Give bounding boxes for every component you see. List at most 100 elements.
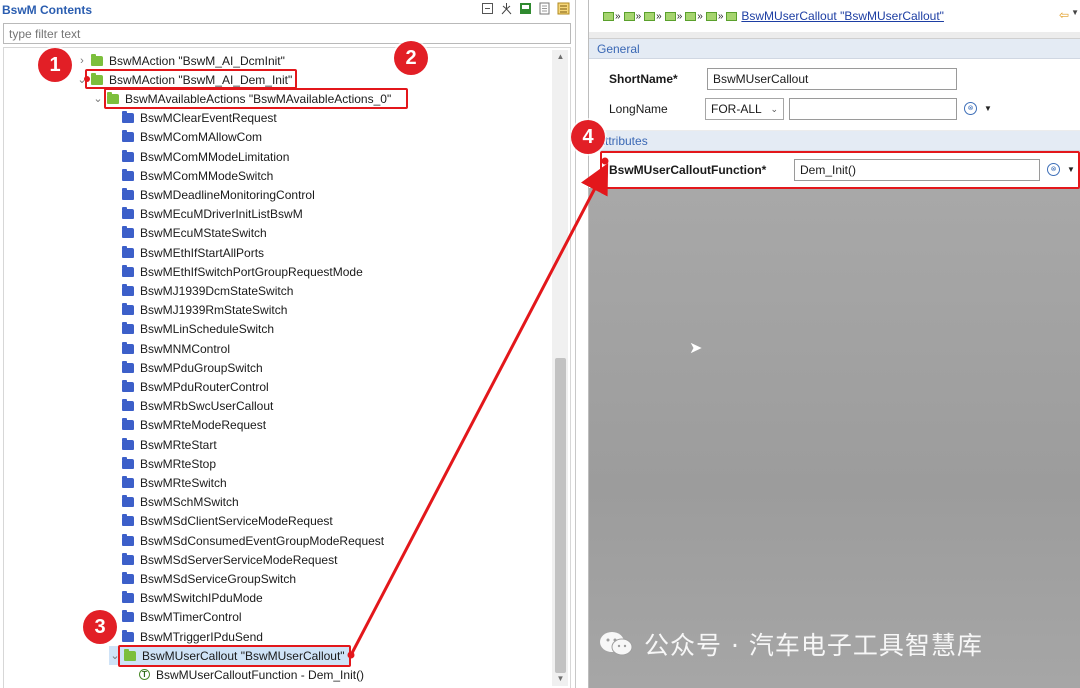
folder-icon: [122, 475, 134, 488]
chevron-down-icon[interactable]: ▼: [984, 104, 992, 113]
tree-item-label: BswMTriggerIPduSend: [140, 629, 263, 644]
chevron-down-icon[interactable]: ⌄: [76, 73, 88, 86]
attributes-section: BswMUserCalloutFunction* Dem_Init() ⊗ ▼: [589, 151, 1080, 188]
general-section-header[interactable]: General: [589, 39, 1080, 59]
new-element-icon[interactable]: [519, 2, 532, 15]
scroll-down-icon[interactable]: ▼: [555, 674, 566, 684]
breadcrumb-seg[interactable]: »: [603, 11, 622, 22]
long-name-field[interactable]: [789, 98, 957, 120]
tree-item[interactable]: BswMEcuMStateSwitch: [122, 224, 267, 243]
link-icon[interactable]: [500, 2, 513, 15]
tree-item-label: BswMEcuMStateSwitch: [140, 226, 267, 241]
folder-icon: [122, 379, 134, 392]
tree-item-label: BswMEthIfSwitchPortGroupRequestMode: [140, 264, 363, 279]
tree-item[interactable]: BswMPduRouterControl: [122, 377, 269, 396]
tree-item-label: BswMPduRouterControl: [140, 379, 269, 394]
tree-view-icon[interactable]: [557, 2, 570, 15]
chevron-right-icon: »: [635, 10, 641, 22]
tree-item[interactable]: BswMTimerControl: [122, 608, 242, 627]
tree-item[interactable]: BswMJ1939RmStateSwitch: [122, 301, 287, 320]
tree-item[interactable]: BswMEcuMDriverInitListBswM: [122, 205, 303, 224]
tree-item[interactable]: BswMNMControl: [122, 339, 230, 358]
tree-item-label: BswMSdServiceGroupSwitch: [140, 571, 297, 586]
tree-item[interactable]: BswMRbSwcUserCallout: [122, 397, 273, 416]
watermark: 公众号 · 汽车电子工具智慧库: [598, 624, 1068, 664]
tree-item[interactable]: BswMSchMSwitch: [122, 493, 239, 512]
attributes-section-header[interactable]: Attributes: [589, 131, 1080, 151]
tree-item[interactable]: BswMSdServiceGroupSwitch: [122, 569, 296, 588]
folder-icon: [122, 360, 134, 373]
reset-default-icon[interactable]: ⊗: [1047, 163, 1060, 176]
element-icon: [603, 11, 614, 21]
tree-item[interactable]: BswMEthIfSwitchPortGroupRequestMode: [122, 262, 363, 281]
tree-item[interactable]: ⌄ BswMAvailableActions "BswMAvailableActi…: [92, 89, 391, 108]
tree-item[interactable]: BswMSdClientServiceModeRequest: [122, 512, 333, 531]
tree-item[interactable]: BswMLinScheduleSwitch: [122, 320, 274, 339]
tree-item-label: BswMEcuMDriverInitListBswM: [140, 207, 303, 222]
tree-item-label: BswMComMModeLimitation: [140, 149, 290, 164]
folder-icon: [122, 130, 134, 143]
tree-item[interactable]: BswMRteModeRequest: [122, 416, 266, 435]
tree-item[interactable]: › BswMAction "BswM_AI_DcmInit": [76, 51, 285, 70]
folder-icon: [122, 245, 134, 258]
tree-item[interactable]: BswMTriggerIPduSend: [122, 627, 263, 646]
tree-item[interactable]: BswMEthIfStartAllPorts: [122, 243, 264, 262]
breadcrumb-current-link[interactable]: BswMUserCallout "BswMUserCallout": [741, 9, 944, 23]
chevron-down-icon[interactable]: ▼: [1071, 8, 1079, 17]
tree-item[interactable]: BswMComMAllowCom: [122, 128, 262, 147]
step-badge-1: 1: [38, 48, 72, 82]
chevron-right-icon: »: [615, 10, 620, 22]
collapse-all-icon[interactable]: [481, 2, 494, 15]
tree-item[interactable]: BswMRteSwitch: [122, 473, 227, 492]
tree-item-label: BswMAction "BswM_AI_Dem_Init": [109, 72, 293, 87]
tree-item-label: BswMJ1939DcmStateSwitch: [140, 283, 294, 298]
chevron-down-icon[interactable]: ⌄: [109, 649, 121, 662]
chevron-right-icon[interactable]: ›: [76, 55, 88, 67]
document-icon[interactable]: [538, 2, 551, 15]
app-window: BswM Contents › BswMAction "BswM_AI_DcmIn…: [0, 0, 1080, 688]
short-name-field[interactable]: BswMUserCallout: [707, 68, 957, 90]
tree-item[interactable]: BswMSwitchIPduMode: [122, 589, 263, 608]
tree-item[interactable]: ⌄ BswMUserCallout "BswMUserCallout": [109, 646, 349, 666]
tree-item[interactable]: BswMRteStop: [122, 454, 216, 473]
tree-item[interactable]: BswMPduGroupSwitch: [122, 358, 263, 377]
breadcrumb-seg[interactable]: »: [644, 11, 663, 22]
scrollbar-thumb[interactable]: [555, 358, 566, 673]
chevron-down-icon[interactable]: ⌄: [92, 92, 104, 105]
breadcrumb-seg[interactable]: »: [705, 11, 725, 22]
folder-icon: [122, 283, 134, 296]
tree-item-label: BswMEthIfStartAllPorts: [140, 245, 265, 260]
view-toolbar: [481, 2, 570, 15]
short-name-label: ShortName*: [609, 72, 678, 86]
back-arrow-icon[interactable]: ⇦: [1059, 8, 1069, 22]
chevron-down-icon[interactable]: ▼: [1067, 165, 1075, 174]
tree-item[interactable]: ⌄ BswMAction "BswM_AI_Dem_Init": [76, 70, 292, 89]
long-name-language-select[interactable]: FOR-ALL ⌄: [705, 98, 784, 120]
folder-icon: [122, 399, 134, 412]
element-icon: [726, 11, 738, 21]
tree-item[interactable]: T BswMUserCalloutFunction - Dem_Init(): [139, 665, 364, 684]
tree-item[interactable]: BswMSdConsumedEventGroupModeRequest: [122, 531, 384, 550]
breadcrumb: » » » » » » BswMUserCallout "BswMUserCal…: [589, 0, 1080, 32]
tree-item[interactable]: BswMRteStart: [122, 435, 217, 454]
reset-default-icon[interactable]: ⊗: [964, 102, 977, 115]
tree-item[interactable]: BswMComMModeSwitch: [122, 166, 273, 185]
folder-icon: [122, 418, 134, 431]
tree-item[interactable]: BswMJ1939DcmStateSwitch: [122, 281, 293, 300]
tree-item[interactable]: BswMSdServerServiceModeRequest: [122, 550, 337, 569]
tree-item[interactable]: BswMComMModeLimitation: [122, 147, 289, 166]
breadcrumb-seg[interactable]: »: [664, 11, 684, 22]
breadcrumb-seg[interactable]: »: [623, 10, 643, 22]
scroll-up-icon[interactable]: ▲: [555, 52, 566, 62]
tree-scrollbar[interactable]: ▲ ▼: [552, 50, 568, 686]
folder-icon: [91, 53, 103, 66]
tree-item[interactable]: BswMDeadlineMonitoringControl: [122, 185, 315, 204]
callout-function-field[interactable]: Dem_Init(): [794, 159, 1040, 181]
watermark-text: 公众号 · 汽车电子工具智慧库: [644, 631, 983, 660]
view-header: BswM Contents: [0, 0, 576, 19]
tree-item[interactable]: BswMClearEventRequest: [122, 109, 277, 128]
breadcrumb-seg[interactable]: »: [685, 11, 704, 22]
filter-input[interactable]: [3, 23, 571, 44]
tree-item-label: BswMSwitchIPduMode: [140, 591, 263, 606]
element-icon: [664, 11, 676, 21]
